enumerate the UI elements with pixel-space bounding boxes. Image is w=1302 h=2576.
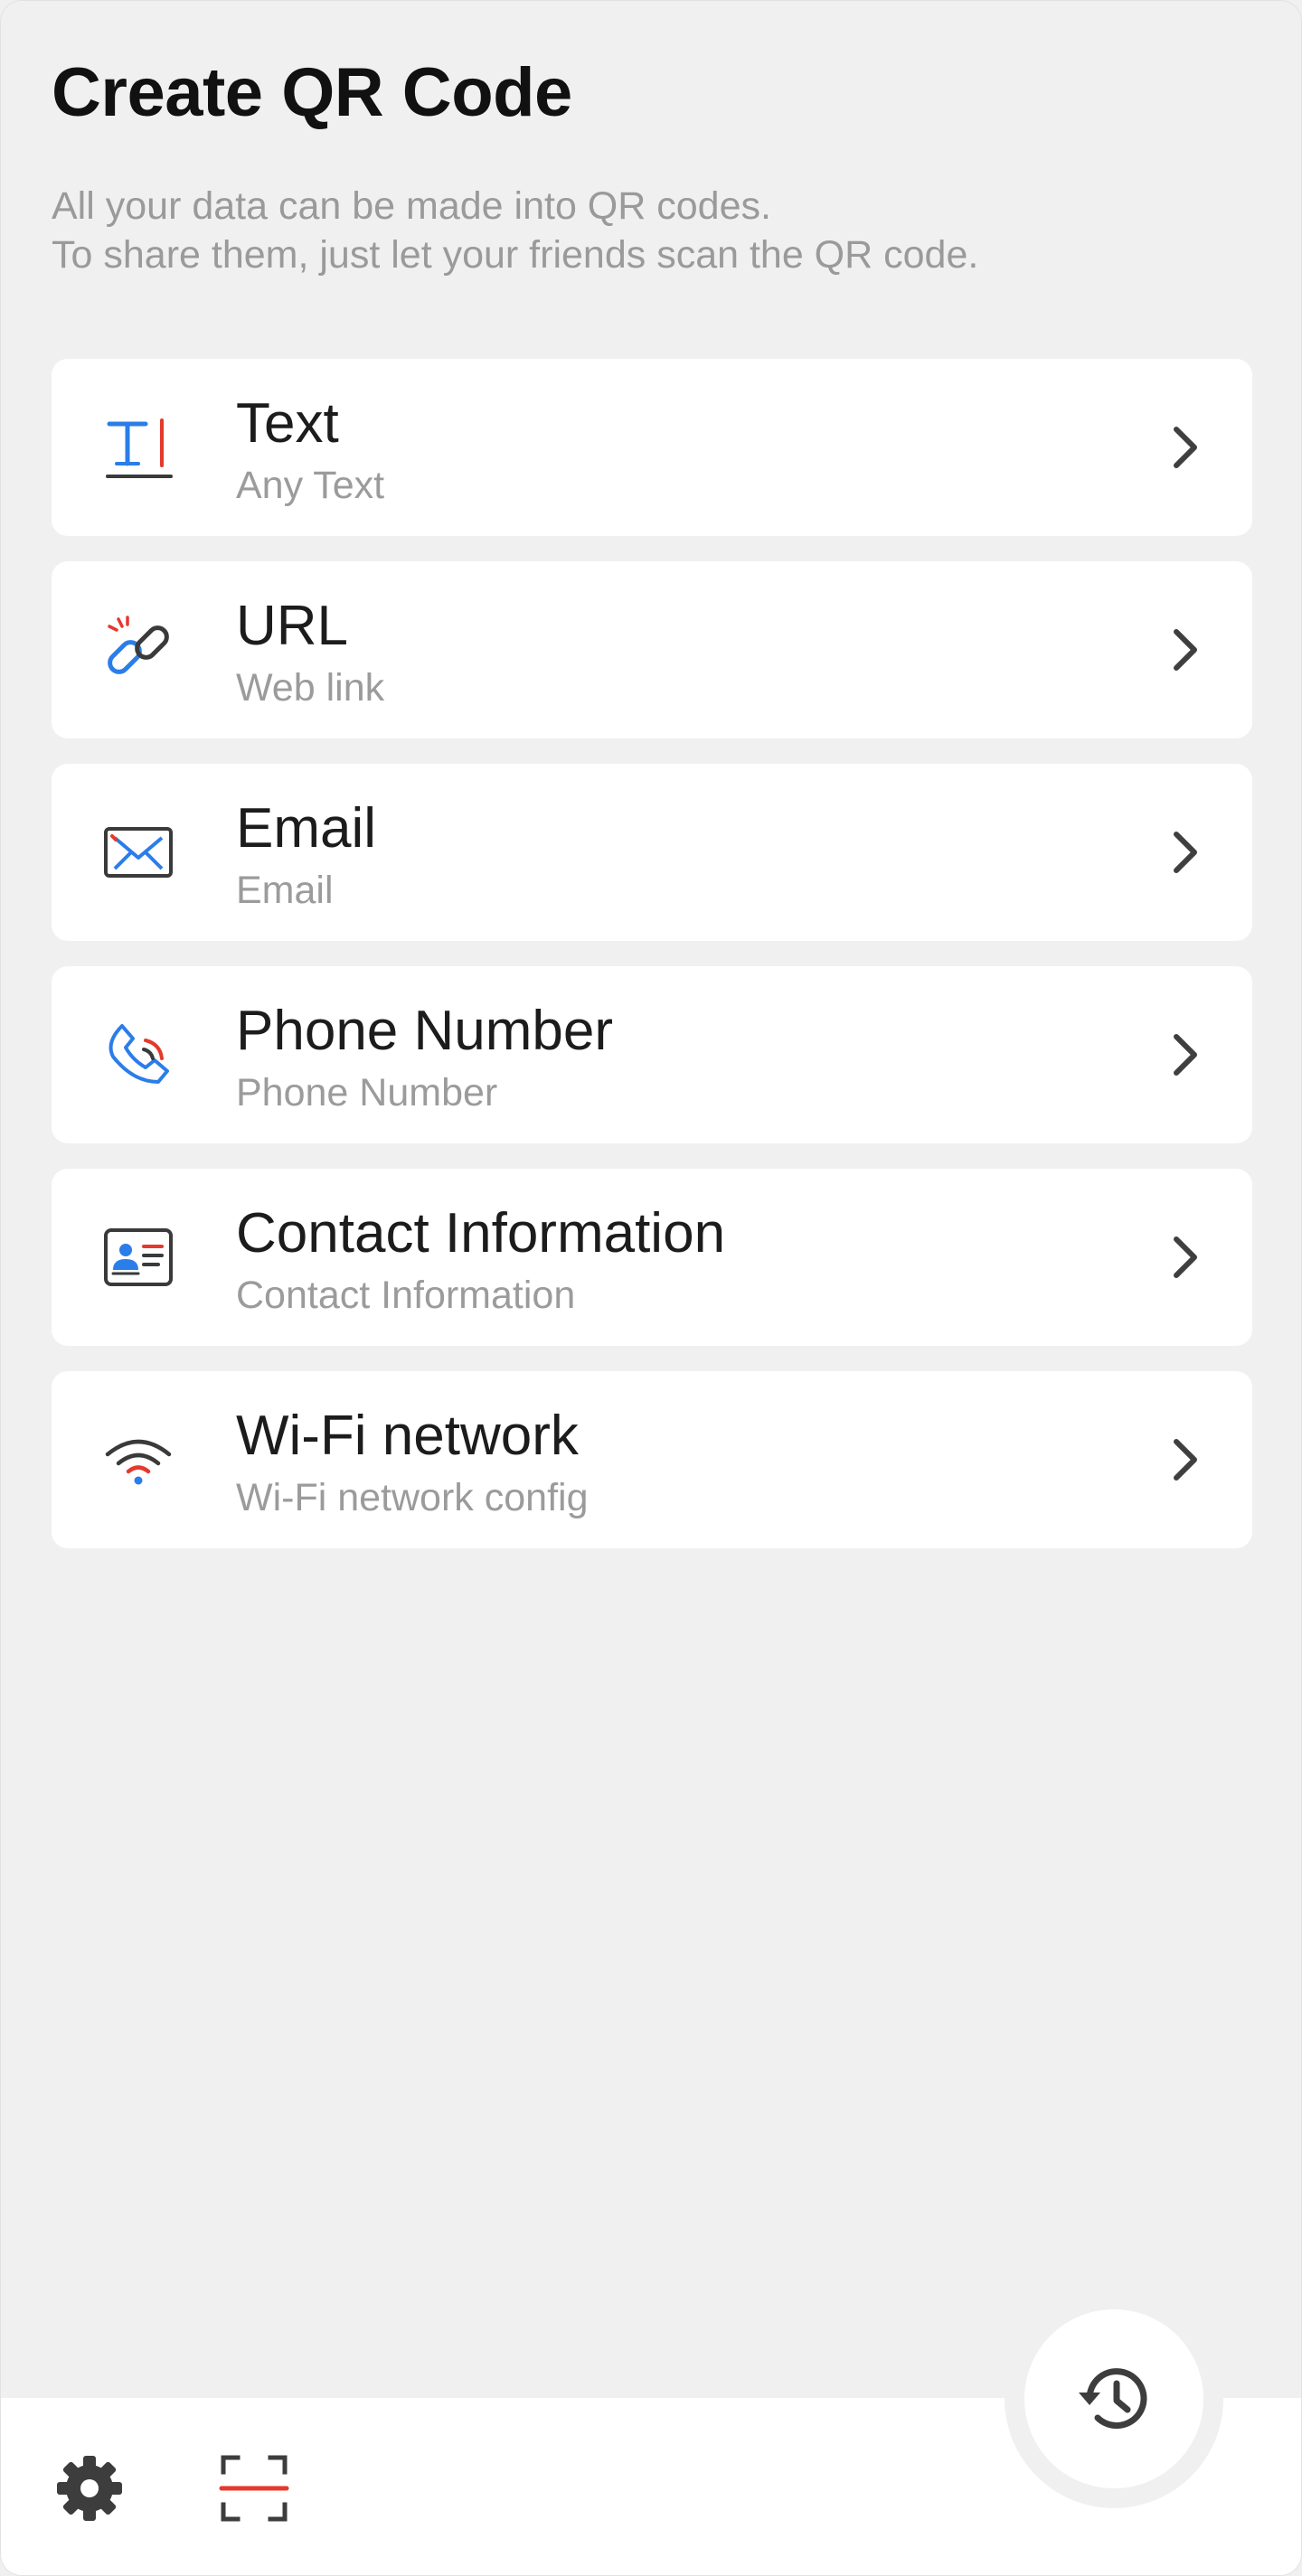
description-line-1: All your data can be made into QR codes. — [52, 184, 771, 228]
settings-button[interactable] — [53, 2452, 126, 2524]
gear-icon — [57, 2456, 122, 2521]
chevron-right-icon — [1158, 623, 1212, 677]
page-description: All your data can be made into QR codes.… — [52, 182, 1227, 279]
chevron-right-icon — [1158, 420, 1212, 475]
description-line-2: To share them, just let your friends sca… — [52, 233, 979, 277]
app-frame: Create QR Code All your data can be made… — [0, 0, 1302, 2576]
scan-button[interactable] — [218, 2452, 290, 2524]
option-sublabel: Wi-Fi network config — [236, 1476, 589, 1519]
option-sublabel: Phone Number — [236, 1071, 498, 1114]
history-button[interactable] — [1024, 2309, 1203, 2488]
option-sublabel: Email — [236, 869, 334, 912]
option-sublabel: Contact Information — [236, 1274, 576, 1317]
chevron-right-icon — [1158, 1028, 1212, 1082]
option-label: Contact Information — [236, 1202, 726, 1264]
history-icon — [1079, 2368, 1147, 2430]
wifi-icon — [102, 1424, 175, 1496]
page-title: Create QR Code — [52, 54, 572, 131]
option-label: Text — [236, 392, 339, 455]
envelope-icon — [102, 816, 175, 888]
text-icon — [102, 411, 175, 484]
option-phone-number[interactable]: Phone Number Phone Number — [52, 966, 1252, 1143]
option-label: Wi-Fi network — [236, 1405, 579, 1467]
option-contact-information[interactable]: Contact Information Contact Information — [52, 1169, 1252, 1346]
contact-card-icon — [102, 1221, 175, 1293]
option-sublabel: Any Text — [236, 464, 385, 507]
link-icon — [102, 614, 175, 686]
chevron-right-icon — [1158, 1230, 1212, 1284]
option-label: Phone Number — [236, 1000, 614, 1062]
qr-type-list: Text Any Text URL Web link Email Email P… — [52, 359, 1252, 1574]
option-text[interactable]: Text Any Text — [52, 359, 1252, 536]
option-label: URL — [236, 595, 349, 657]
scan-icon — [219, 2455, 289, 2522]
phone-icon — [102, 1019, 175, 1091]
chevron-right-icon — [1158, 825, 1212, 879]
chevron-right-icon — [1158, 1433, 1212, 1487]
option-email[interactable]: Email Email — [52, 764, 1252, 941]
option-url[interactable]: URL Web link — [52, 561, 1252, 738]
option-sublabel: Web link — [236, 666, 385, 710]
option-wifi-network[interactable]: Wi-Fi network Wi-Fi network config — [52, 1371, 1252, 1548]
option-label: Email — [236, 797, 377, 860]
